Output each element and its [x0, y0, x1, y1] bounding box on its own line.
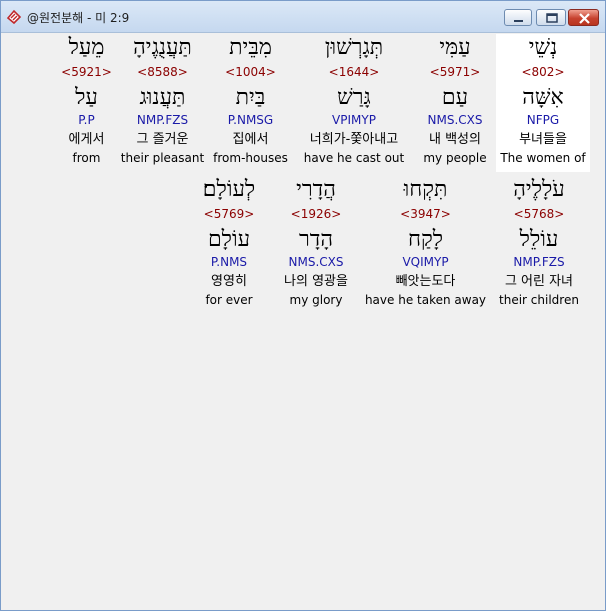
- word-cell[interactable]: עֹלָלֶיהָ <5768> עוֹלֵל NMP.FZS 그 어린 자녀 …: [488, 176, 590, 314]
- window-title: @원전분해 - 미 2:9: [27, 11, 130, 25]
- hebrew-root: אִשָּׁה: [522, 85, 564, 110]
- hebrew-root: עוֹלָם: [207, 227, 251, 252]
- strong-number[interactable]: <8588>: [118, 65, 207, 80]
- hebrew-root: לָקַח: [407, 227, 444, 252]
- title-bar[interactable]: @원전분해 - 미 2:9: [1, 1, 605, 33]
- word-cell[interactable]: לְעוֹלָם׃ <5769> עוֹלָם P.NMS 영영히 for ev…: [189, 176, 269, 314]
- strong-number[interactable]: <3947>: [363, 207, 488, 222]
- english-gloss: have he taken away: [364, 293, 487, 307]
- app-window: @원전분해 - 미 2:9 נְשֵׁי <802> אִשָּׁה NFPG …: [0, 0, 606, 611]
- word-cell[interactable]: תְּגָרְשׁוּן <1644> גָּרַשׁ VPIMYP 너희가-쫓…: [294, 34, 414, 172]
- parsing-code: P.P: [78, 113, 95, 127]
- english-gloss: from: [72, 151, 101, 165]
- hebrew-root: גָּרַשׁ: [337, 85, 371, 110]
- english-gloss: from-houses: [213, 151, 288, 165]
- hebrew-root: עַל: [75, 85, 98, 110]
- word-cell[interactable]: תִּקְחוּ <3947> לָקַח VQIMYP 빼앗는도다 have …: [363, 176, 488, 314]
- close-button[interactable]: [568, 9, 599, 26]
- content-area: נְשֵׁי <802> אִשָּׁה NFPG 부녀들을 The women…: [5, 34, 599, 606]
- parsing-code: P.NMSG: [227, 113, 274, 127]
- hebrew-word: הֲדָרִי: [296, 177, 336, 202]
- korean-gloss: 그 어린 자녀: [504, 274, 574, 289]
- word-cell[interactable]: הֲדָרִי <1926> הָדָר NMS.CXS 나의 영광을 my g…: [269, 176, 363, 314]
- english-gloss: The women of: [500, 151, 586, 165]
- verse-row: עֹלָלֶיהָ <5768> עוֹלֵל NMP.FZS 그 어린 자녀 …: [5, 176, 599, 314]
- strong-number[interactable]: <5769>: [189, 207, 269, 222]
- verse-row: נְשֵׁי <802> אִשָּׁה NFPG 부녀들을 The women…: [5, 34, 599, 172]
- english-gloss: their children: [499, 293, 579, 307]
- strong-number[interactable]: <1926>: [269, 207, 363, 222]
- hebrew-word: מִבֵּית: [229, 35, 272, 60]
- hebrew-word: תַּעֲנֻגֶיהָ: [133, 35, 192, 60]
- korean-gloss: 집에서: [232, 132, 269, 147]
- strong-number[interactable]: <5971>: [414, 65, 496, 80]
- hebrew-word: נְשֵׁי: [528, 35, 558, 60]
- parsing-code: NMP.FZS: [136, 113, 189, 127]
- parsing-code: VQIMYP: [402, 255, 449, 269]
- minimize-icon: [514, 20, 523, 22]
- korean-gloss: 내 백성의: [429, 132, 481, 147]
- app-logo-icon: [6, 9, 22, 25]
- korean-gloss: 에게서: [68, 132, 105, 147]
- parsing-code: P.NMS: [210, 255, 248, 269]
- parsing-code: NMS.CXS: [288, 255, 344, 269]
- hebrew-root: עַם: [441, 85, 469, 110]
- hebrew-root: בַּיִת: [235, 85, 266, 110]
- strong-number[interactable]: <802>: [496, 65, 590, 80]
- word-cell[interactable]: נְשֵׁי <802> אִשָּׁה NFPG 부녀들을 The women…: [496, 34, 590, 172]
- hebrew-root: תַּעֲנוּג: [139, 85, 186, 110]
- word-cell[interactable]: תַּעֲנֻגֶיהָ <8588> תַּעֲנוּג NMP.FZS 그 …: [118, 34, 207, 172]
- english-gloss: for ever: [205, 293, 253, 307]
- korean-gloss: 너희가-쫓아내고: [309, 132, 399, 147]
- hebrew-word: עֹלָלֶיהָ: [513, 177, 565, 202]
- hebrew-word: מֵעַל: [68, 35, 105, 60]
- korean-gloss: 영영히: [211, 274, 247, 289]
- english-gloss: their pleasant: [120, 151, 205, 165]
- hebrew-root: הָדָר: [298, 227, 334, 252]
- english-gloss: my people: [423, 151, 487, 165]
- parsing-code: NMS.CXS: [427, 113, 483, 127]
- minimize-button[interactable]: [504, 9, 532, 26]
- maximize-icon: [546, 13, 558, 23]
- strong-number[interactable]: <1004>: [207, 65, 294, 80]
- maximize-button[interactable]: [536, 9, 566, 26]
- hebrew-root: עוֹלֵל: [519, 227, 559, 252]
- korean-gloss: 빼앗는도다: [395, 274, 456, 289]
- hebrew-word: עַמִּי: [439, 35, 471, 60]
- hebrew-word: תִּקְחוּ: [403, 177, 448, 202]
- korean-gloss: 그 즐거운: [136, 132, 189, 147]
- word-cell[interactable]: מֵעַל <5921> עַל P.P 에게서 from: [55, 34, 118, 172]
- strong-number[interactable]: <1644>: [294, 65, 414, 80]
- strong-number[interactable]: <5768>: [488, 207, 590, 222]
- word-cell[interactable]: עַמִּי <5971> עַם NMS.CXS 내 백성의 my peopl…: [414, 34, 496, 172]
- close-icon: [579, 13, 590, 24]
- english-gloss: have he cast out: [303, 151, 405, 165]
- korean-gloss: 나의 영광을: [284, 274, 348, 289]
- word-cell[interactable]: מִבֵּית <1004> בַּיִת P.NMSG 집에서 from-ho…: [207, 34, 294, 172]
- parsing-code: NMP.FZS: [513, 255, 565, 269]
- english-gloss: my glory: [289, 293, 343, 307]
- hebrew-word: לְעוֹלָם׃: [202, 177, 256, 202]
- parsing-code: VPIMYP: [332, 113, 376, 127]
- korean-gloss: 부녀들을: [519, 132, 567, 147]
- strong-number[interactable]: <5921>: [55, 65, 118, 80]
- hebrew-word: תְּגָרְשׁוּן: [324, 35, 384, 60]
- parsing-code: NFPG: [526, 113, 560, 127]
